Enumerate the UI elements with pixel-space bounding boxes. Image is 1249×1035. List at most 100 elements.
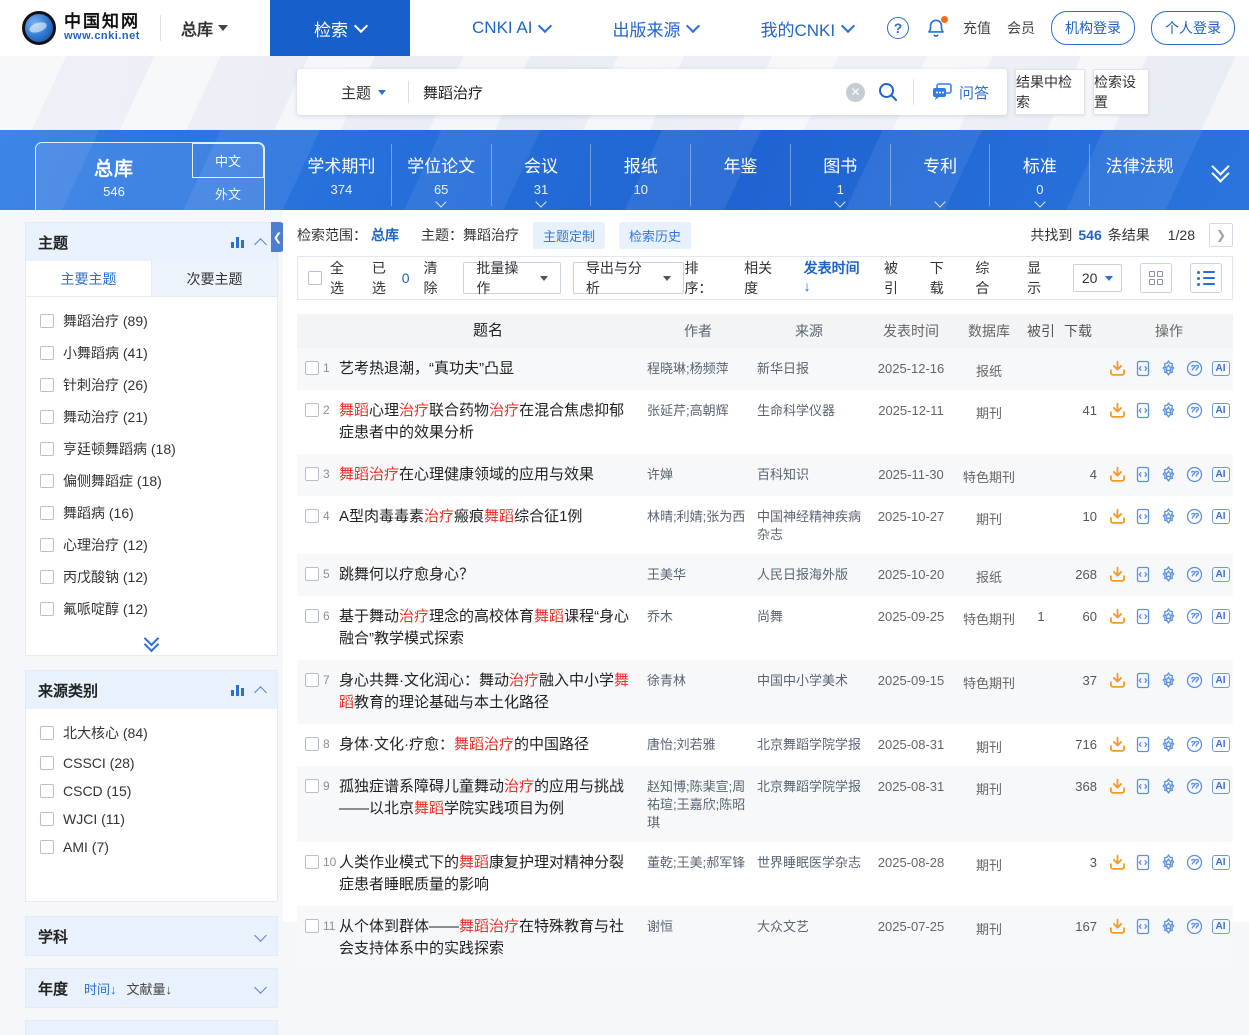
- topic-filter-item[interactable]: 亨廷顿舞蹈病 (18): [26, 433, 277, 465]
- html-read-icon[interactable]: [1135, 360, 1151, 377]
- page-size-select[interactable]: 20: [1073, 264, 1123, 292]
- html-read-icon[interactable]: [1135, 566, 1151, 583]
- bar-chart-icon[interactable]: [231, 237, 244, 248]
- result-source-link[interactable]: 北京舞蹈学院学报: [755, 734, 867, 754]
- tab-my-cnki[interactable]: 我的CNKI: [760, 16, 853, 41]
- download-icon[interactable]: [1109, 672, 1126, 689]
- favorite-icon[interactable]: [1160, 854, 1177, 871]
- topic-filter-item[interactable]: 舞动治疗 (21): [26, 401, 277, 433]
- topic-custom-button[interactable]: 主题定制: [533, 222, 605, 249]
- result-title-link[interactable]: 孤独症谱系障碍儿童舞动治疗的应用与挑战——以北京舞蹈学院实践项目为例: [339, 776, 637, 820]
- notification-bell-icon[interactable]: [925, 17, 947, 39]
- row-checkbox[interactable]: [305, 855, 319, 869]
- row-checkbox[interactable]: [305, 467, 319, 481]
- help-icon[interactable]: ?: [887, 17, 909, 39]
- row-checkbox[interactable]: [305, 737, 319, 751]
- result-authors[interactable]: 唐怡;刘若雅: [637, 734, 755, 754]
- select-all-label[interactable]: 全选: [330, 258, 358, 298]
- sort-option-下载[interactable]: 下载: [930, 258, 958, 298]
- quote-icon[interactable]: [1186, 778, 1203, 795]
- topic-filter-item[interactable]: 心理治疗 (12): [26, 529, 277, 561]
- html-read-icon[interactable]: [1135, 608, 1151, 625]
- ai-icon[interactable]: AI: [1212, 737, 1230, 752]
- ai-icon[interactable]: AI: [1212, 673, 1230, 688]
- row-checkbox[interactable]: [305, 609, 319, 623]
- result-authors[interactable]: 程晓琳;杨频萍: [637, 358, 755, 378]
- clear-selection[interactable]: 清除: [423, 258, 451, 298]
- tab-main-topic[interactable]: 主要主题: [26, 261, 151, 296]
- year-sort-count[interactable]: 文献量↓: [127, 979, 173, 998]
- db-category-学术期刊[interactable]: 学术期刊374: [292, 144, 391, 206]
- sort-option-被引[interactable]: 被引: [884, 258, 912, 298]
- source-category-item[interactable]: CSCD (15): [26, 777, 277, 805]
- list-view-button[interactable]: [1190, 263, 1222, 293]
- filter-checkbox[interactable]: [40, 812, 54, 826]
- quote-icon[interactable]: [1186, 854, 1203, 871]
- personal-login-button[interactable]: 个人登录: [1151, 11, 1235, 45]
- collapse-chevron-icon[interactable]: [254, 686, 267, 699]
- batch-operation-button[interactable]: 批量操作: [463, 262, 561, 294]
- topic-filter-item[interactable]: 偏侧舞蹈症 (18): [26, 465, 277, 497]
- result-authors[interactable]: 乔木: [637, 606, 755, 626]
- filter-checkbox[interactable]: [40, 474, 54, 488]
- topic-filter-item[interactable]: 针刺治疗 (26): [26, 369, 277, 401]
- search-icon[interactable]: [877, 81, 899, 103]
- more-categories-icon[interactable]: [1214, 160, 1227, 174]
- next-page-button[interactable]: ❯: [1209, 223, 1233, 247]
- row-checkbox[interactable]: [305, 403, 319, 417]
- html-read-icon[interactable]: [1135, 402, 1151, 419]
- grid-view-button[interactable]: [1140, 263, 1172, 293]
- favorite-icon[interactable]: [1160, 608, 1177, 625]
- bar-chart-icon[interactable]: [231, 685, 244, 696]
- ai-icon[interactable]: AI: [1212, 567, 1230, 582]
- result-title-link[interactable]: 舞蹈治疗在心理健康领域的应用与效果: [339, 464, 637, 486]
- subject-filter-bar[interactable]: 学科: [25, 916, 278, 956]
- result-title-link[interactable]: 舞蹈心理治疗联合药物治疗在混合焦虑抑郁症患者中的效果分析: [339, 400, 637, 444]
- result-title-link[interactable]: 从个体到群体——舞蹈治疗在特殊教育与社会支持体系中的实践探索: [339, 916, 637, 960]
- filter-checkbox[interactable]: [40, 756, 54, 770]
- member-link[interactable]: 会员: [1007, 18, 1035, 38]
- filter-checkbox[interactable]: [40, 602, 54, 616]
- lang-toggle-cn[interactable]: 中文: [192, 143, 264, 178]
- ai-icon[interactable]: AI: [1212, 467, 1230, 482]
- library-menu[interactable]: 总库: [181, 16, 228, 40]
- tab-secondary-topic[interactable]: 次要主题: [151, 261, 277, 296]
- result-source-link[interactable]: 生命科学仪器: [755, 400, 867, 420]
- row-checkbox[interactable]: [305, 361, 319, 375]
- source-category-item[interactable]: 北大核心 (84): [26, 717, 277, 749]
- html-read-icon[interactable]: [1135, 736, 1151, 753]
- quote-icon[interactable]: [1186, 508, 1203, 525]
- result-source-link[interactable]: 大众文艺: [755, 916, 867, 936]
- sort-option-发表时间↓[interactable]: 发表时间↓: [804, 258, 866, 298]
- ai-icon[interactable]: AI: [1212, 855, 1230, 870]
- html-read-icon[interactable]: [1135, 918, 1151, 935]
- result-source-link[interactable]: 百科知识: [755, 464, 867, 484]
- ai-icon[interactable]: AI: [1212, 361, 1230, 376]
- db-category-年鉴[interactable]: 年鉴: [690, 144, 790, 206]
- quote-icon[interactable]: [1186, 736, 1203, 753]
- quote-icon[interactable]: [1186, 360, 1203, 377]
- download-icon[interactable]: [1109, 402, 1126, 419]
- qa-button[interactable]: 问答: [913, 79, 1007, 105]
- result-title-link[interactable]: 基于舞动治疗理念的高校体育舞蹈课程“身心融合”教学模式探索: [339, 606, 637, 650]
- db-category-报纸[interactable]: 报纸10: [590, 144, 690, 206]
- topic-filter-item[interactable]: 小舞蹈病 (41): [26, 337, 277, 369]
- download-icon[interactable]: [1109, 566, 1126, 583]
- html-read-icon[interactable]: [1135, 854, 1151, 871]
- filter-checkbox[interactable]: [40, 784, 54, 798]
- download-icon[interactable]: [1109, 608, 1126, 625]
- search-settings-button[interactable]: 检索设置: [1093, 69, 1149, 115]
- year-sort-time[interactable]: 时间↓: [84, 979, 117, 998]
- favorite-icon[interactable]: [1160, 508, 1177, 525]
- download-icon[interactable]: [1109, 466, 1126, 483]
- download-icon[interactable]: [1109, 778, 1126, 795]
- search-history-button[interactable]: 检索历史: [619, 222, 691, 249]
- ai-icon[interactable]: AI: [1212, 509, 1230, 524]
- favorite-icon[interactable]: [1160, 736, 1177, 753]
- db-category-学位论文[interactable]: 学位论文65: [391, 144, 491, 206]
- row-checkbox[interactable]: [305, 779, 319, 793]
- db-category-图书[interactable]: 图书1: [790, 144, 890, 206]
- recharge-link[interactable]: 充值: [963, 18, 991, 38]
- clear-icon[interactable]: ✕: [846, 83, 865, 102]
- row-checkbox[interactable]: [305, 567, 319, 581]
